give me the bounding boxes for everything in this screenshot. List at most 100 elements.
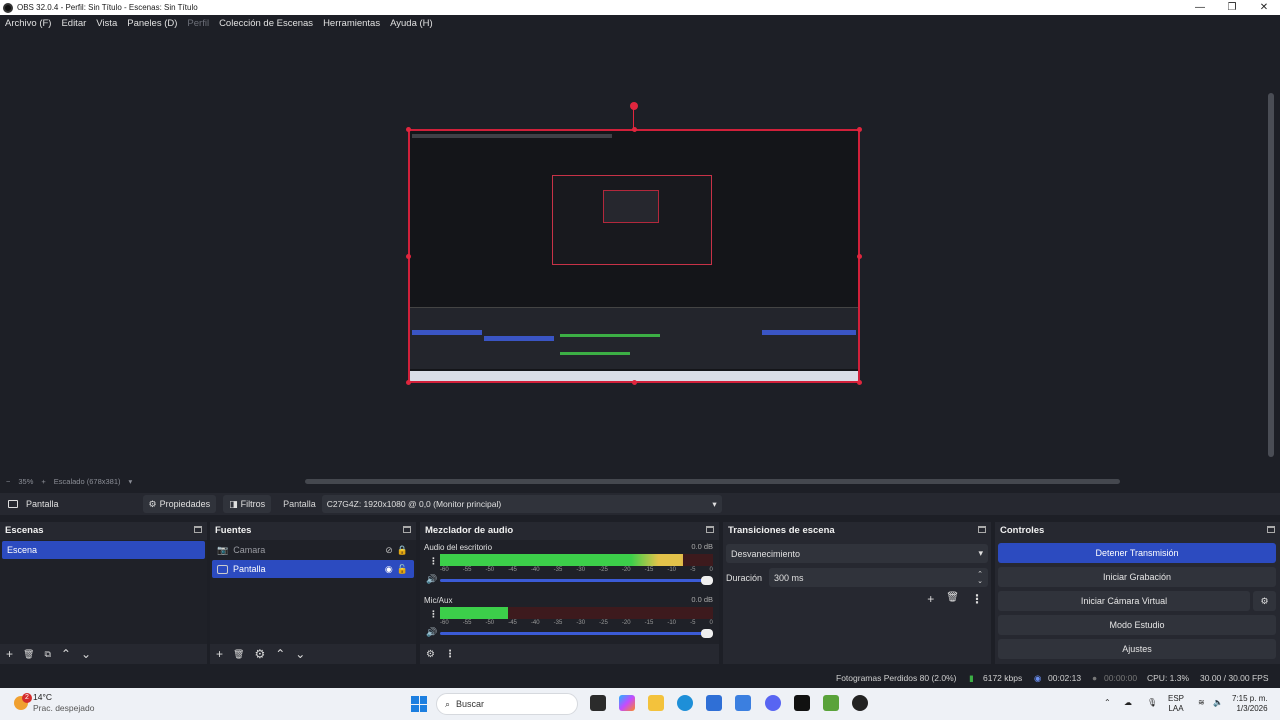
start-recording-button[interactable]: Iniciar Grabación	[998, 567, 1276, 587]
taskbar-search[interactable]: ⌕ Buscar	[436, 693, 578, 715]
eye-icon[interactable]: ◉	[385, 564, 393, 575]
duration-input[interactable]: 300 ms ⌃ ⌄	[769, 568, 988, 587]
file-explorer-icon[interactable]	[648, 695, 664, 711]
undock-icon[interactable]	[1267, 526, 1275, 533]
volume-icon[interactable]: 🔊	[426, 574, 437, 585]
maximize-button[interactable]: ❐	[1216, 2, 1248, 13]
channel-name: Mic/Aux	[424, 596, 453, 605]
kebab-menu-icon[interactable]: ⋮	[445, 649, 455, 660]
speaker-icon[interactable]: 🔈	[1213, 698, 1223, 707]
move-scene-down-button[interactable]: ⌄	[81, 647, 91, 661]
properties-button[interactable]: ⚙ Propiedades	[142, 495, 217, 513]
kebab-menu-icon[interactable]: ⋮	[429, 609, 438, 620]
discord-icon[interactable]	[765, 695, 781, 711]
preview-vertical-scrollbar[interactable]	[1268, 93, 1274, 457]
kebab-menu-icon[interactable]: ⋮	[429, 556, 438, 567]
menu-vista[interactable]: Vista	[96, 18, 117, 29]
volume-slider[interactable]	[440, 576, 713, 585]
scene-item[interactable]: Escena	[2, 541, 205, 559]
copilot-icon[interactable]	[619, 695, 635, 711]
remove-source-button[interactable]: 🗑	[233, 649, 244, 660]
menu-coleccion[interactable]: Colección de Escenas	[219, 18, 313, 29]
add-source-button[interactable]: +	[216, 647, 223, 661]
settings-button[interactable]: Ajustes	[998, 639, 1276, 659]
capcut-icon[interactable]	[794, 695, 810, 711]
undock-icon[interactable]	[706, 526, 714, 533]
spinner-icon[interactable]: ⌃ ⌄	[977, 571, 983, 585]
meter-fill	[440, 554, 683, 566]
chevron-down-icon: ▾	[978, 548, 983, 558]
resize-handle-tl[interactable]	[406, 127, 411, 132]
rotation-handle[interactable]	[630, 102, 638, 110]
minecraft-icon[interactable]	[823, 695, 839, 711]
wifi-icon[interactable]: ≋	[1198, 698, 1205, 707]
weather-widget[interactable]: 2 14°C Prac. despejado	[14, 692, 94, 714]
display-select[interactable]: C27G4Z: 1920x1080 @ 0,0 (Monitor princip…	[321, 495, 722, 513]
menu-archivo[interactable]: Archivo (F)	[5, 18, 51, 29]
microphone-icon[interactable]: 🎙	[1147, 698, 1157, 707]
undock-icon[interactable]	[194, 526, 202, 533]
source-item-pantalla[interactable]: Pantalla ◉ 🔓	[212, 560, 414, 578]
filters-button[interactable]: ◨ Filtros	[223, 495, 272, 513]
trash-icon[interactable]: 🗑	[946, 592, 959, 606]
resize-handle-l[interactable]	[406, 254, 411, 259]
preview-horizontal-scrollbar[interactable]	[305, 479, 1120, 484]
undock-icon[interactable]	[978, 526, 986, 533]
move-source-down-button[interactable]: ⌄	[295, 647, 305, 661]
virtual-camera-settings-button[interactable]: ⚙	[1253, 591, 1276, 611]
volume-slider[interactable]	[440, 629, 713, 638]
chevron-up-icon[interactable]: ⌃	[1104, 698, 1111, 707]
tick: 0	[709, 620, 713, 626]
advanced-audio-icon[interactable]: ⚙	[426, 649, 435, 660]
menu-ayuda[interactable]: Ayuda (H)	[390, 18, 433, 29]
store-icon[interactable]	[706, 695, 722, 711]
preview-canvas[interactable]	[406, 127, 862, 385]
resize-handle-r[interactable]	[857, 254, 862, 259]
volume-icon[interactable]: 🔊	[426, 627, 437, 638]
move-source-up-button[interactable]: ⌃	[275, 647, 285, 661]
settings-label: Ajustes	[1122, 644, 1152, 654]
obs-icon[interactable]	[852, 695, 868, 711]
cloud-icon[interactable]: ☁	[1124, 698, 1132, 707]
menu-paneles[interactable]: Paneles (D)	[127, 18, 177, 29]
preview-area[interactable]	[0, 33, 1280, 475]
remove-scene-button[interactable]: 🗑	[23, 649, 34, 660]
resize-handle-t[interactable]	[632, 127, 637, 132]
edge-icon[interactable]	[677, 695, 693, 711]
stop-stream-button[interactable]: Detener Transmisión	[998, 543, 1276, 563]
start-virtual-camera-button[interactable]: Iniciar Cámara Virtual	[998, 591, 1250, 611]
kebab-menu-icon[interactable]: ⋮	[971, 592, 983, 606]
source-properties-button[interactable]: ⚙	[254, 647, 265, 661]
move-scene-up-button[interactable]: ⌃	[61, 647, 71, 661]
volume-slider-knob[interactable]	[701, 629, 713, 638]
zoom-out-button[interactable]: −	[6, 477, 10, 486]
eye-hidden-icon[interactable]: ⊘	[385, 545, 393, 556]
zoom-in-button[interactable]: +	[41, 477, 45, 486]
language-indicator[interactable]: ESP LAA	[1168, 694, 1184, 714]
menu-editar[interactable]: Editar	[61, 18, 86, 29]
menu-herramientas[interactable]: Herramientas	[323, 18, 380, 29]
menu-perfil[interactable]: Perfil	[187, 18, 209, 29]
resize-handle-tr[interactable]	[857, 127, 862, 132]
add-transition-button[interactable]: +	[927, 592, 934, 606]
lock-icon[interactable]: 🔒	[397, 545, 408, 556]
windows-start-icon[interactable]	[411, 696, 427, 712]
resize-handle-b[interactable]	[632, 380, 637, 385]
lock-icon[interactable]: 🔓	[397, 564, 408, 575]
resize-handle-bl[interactable]	[406, 380, 411, 385]
mail-icon[interactable]	[735, 695, 751, 711]
minimize-button[interactable]: —	[1184, 2, 1216, 13]
clock[interactable]: 7:15 p. m. 1/3/2026	[1232, 694, 1268, 714]
volume-slider-knob[interactable]	[701, 576, 713, 585]
transition-select[interactable]: Desvanecimiento ▾	[726, 544, 988, 563]
studio-mode-button[interactable]: Modo Estudio	[998, 615, 1276, 635]
close-button[interactable]: ✕	[1248, 2, 1280, 13]
resize-handle-br[interactable]	[857, 380, 862, 385]
source-item-camara[interactable]: 📷 Camara ⊘ 🔒	[212, 541, 414, 559]
chevron-down-icon: ▾	[712, 498, 717, 509]
scene-filters-button[interactable]: ⧉	[44, 649, 50, 660]
zoom-dropdown-icon[interactable]: ▾	[129, 477, 133, 486]
add-scene-button[interactable]: +	[6, 647, 13, 661]
undock-icon[interactable]	[403, 526, 411, 533]
task-view-icon[interactable]	[590, 695, 606, 711]
